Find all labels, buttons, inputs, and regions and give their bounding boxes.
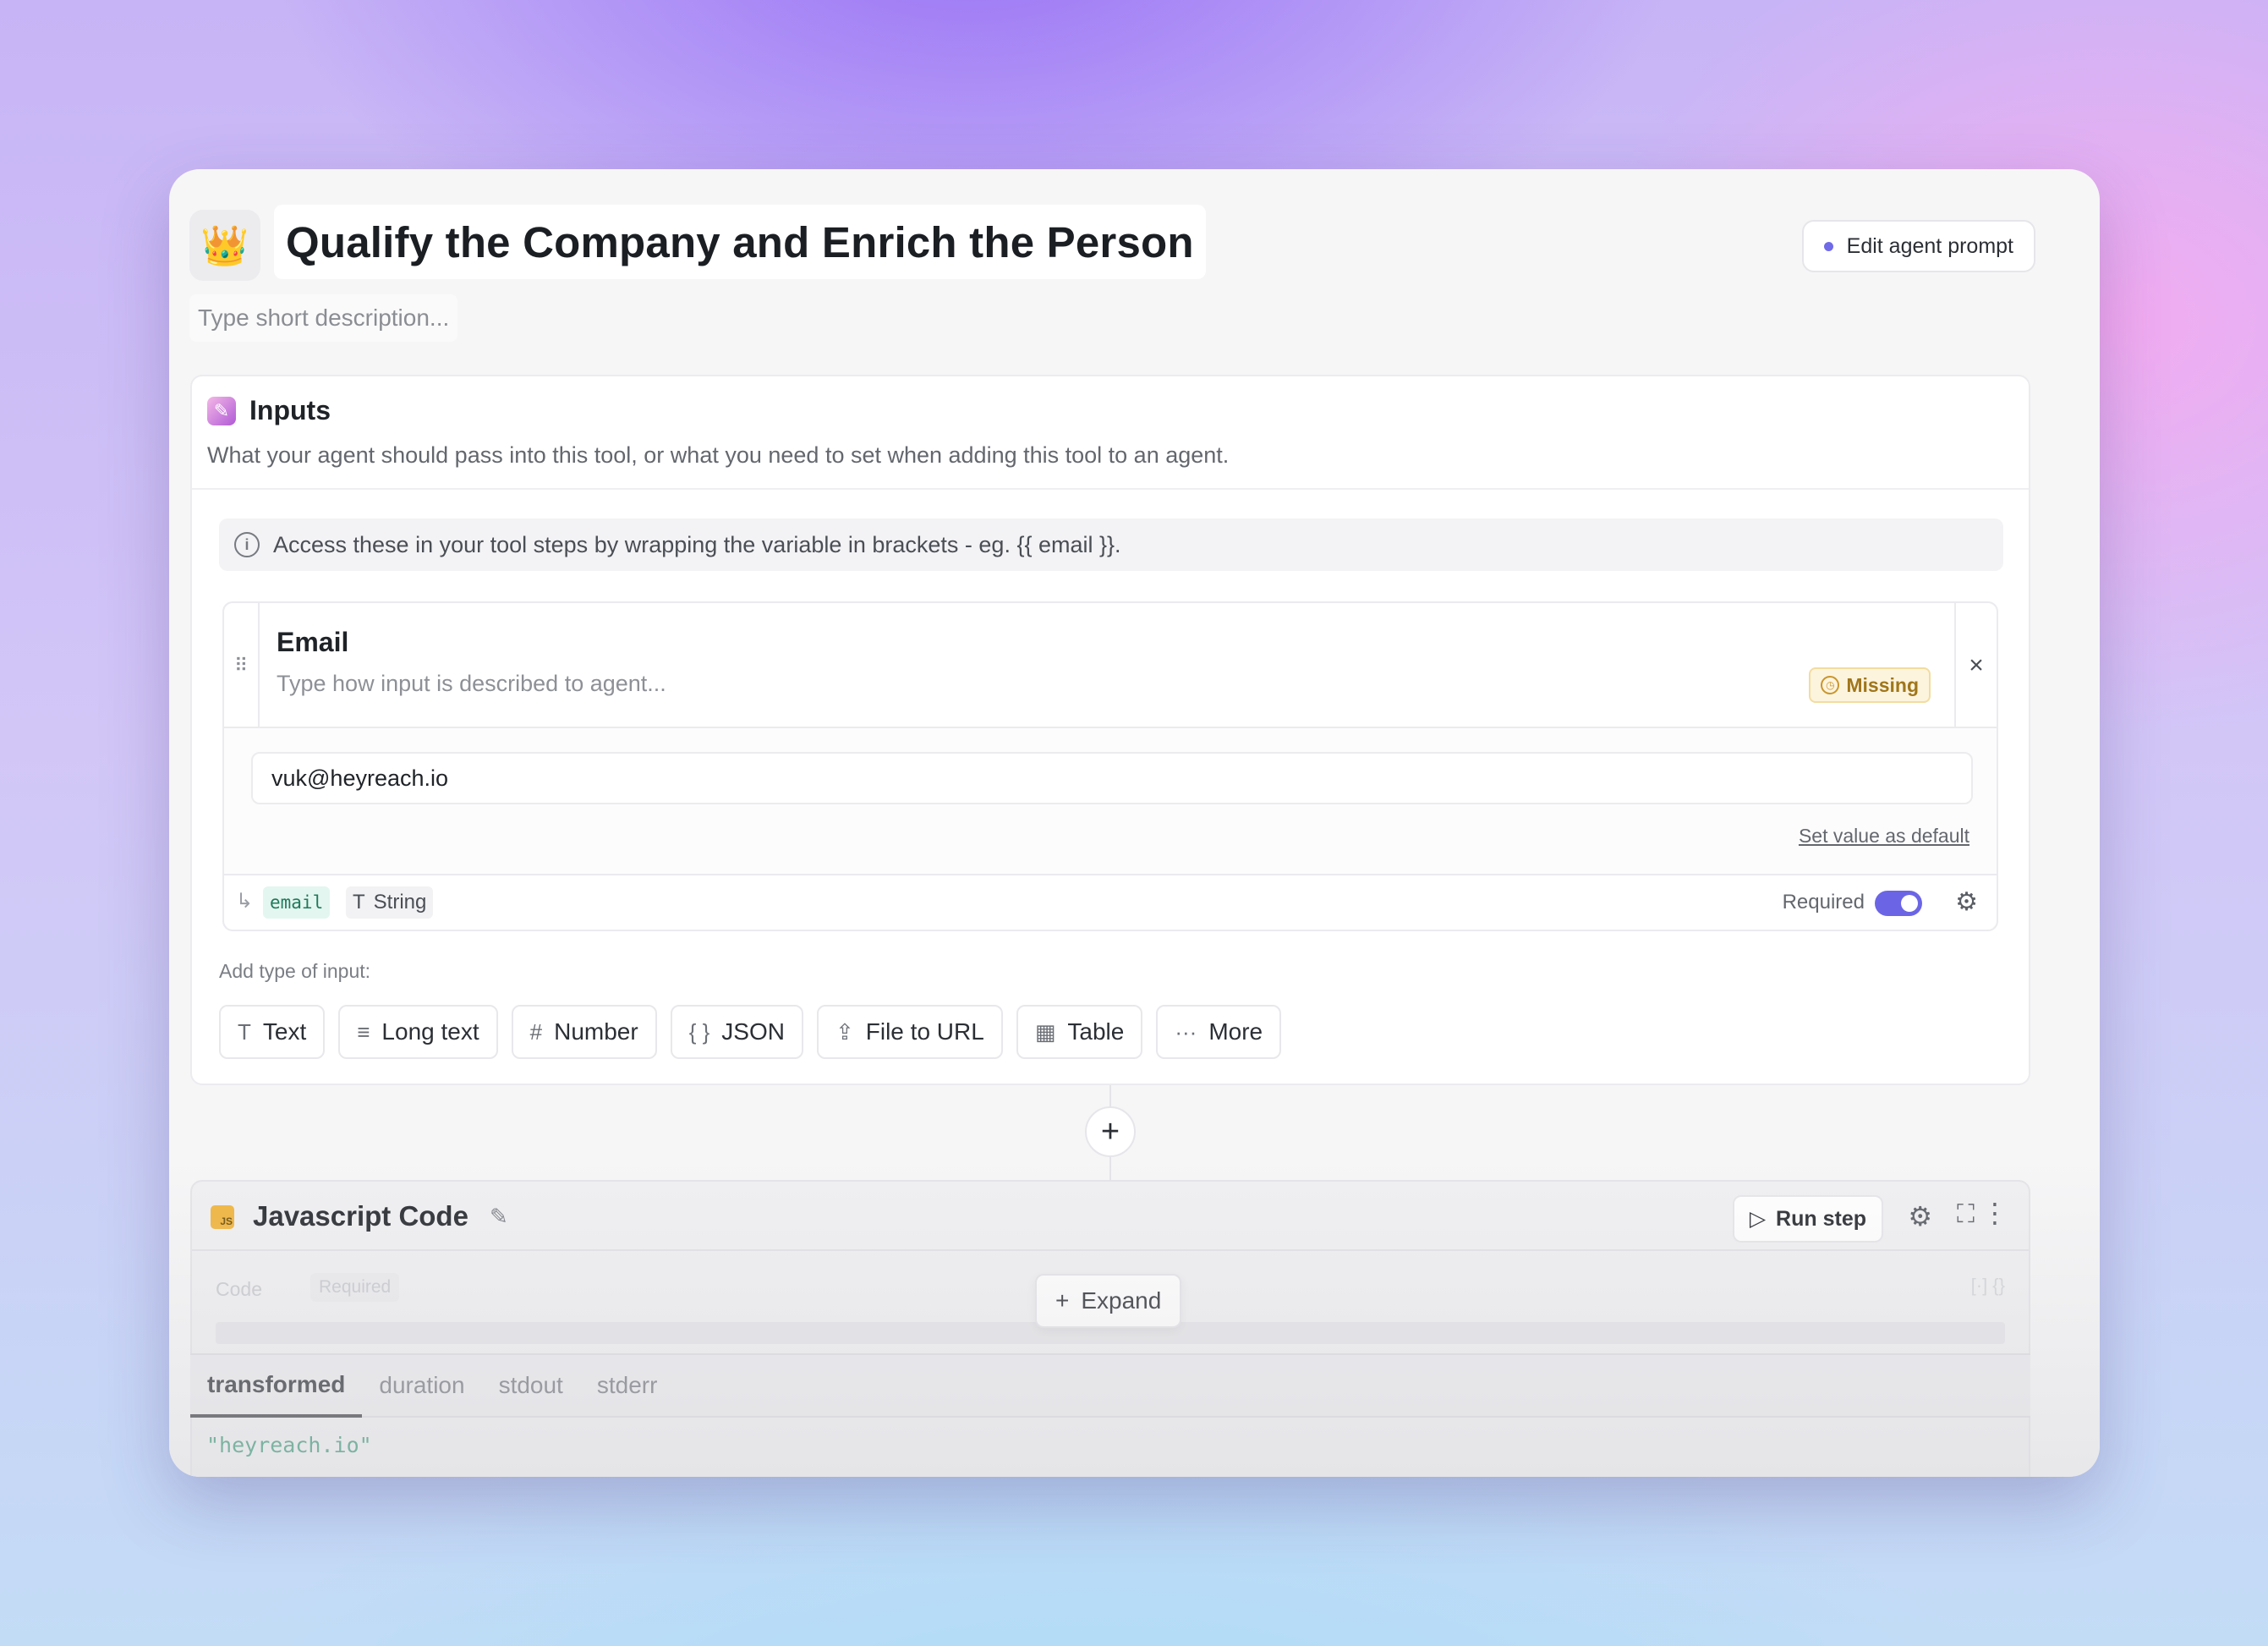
run-step-button[interactable]: ▷ Run step [1732, 1195, 1883, 1243]
type-chip[interactable]: T String [346, 886, 434, 919]
button-label: File to URL [865, 1018, 984, 1045]
input-value-field[interactable]: vuk@heyreach.io [251, 752, 1973, 804]
description-input[interactable]: Type short description... [189, 294, 458, 342]
code-toolbar-icons: [·] {} [1970, 1275, 2005, 1296]
required-badge: Required [310, 1273, 400, 1302]
javascript-step-panel: JS Javascript Code ✎ ▷ Run step ⚙ ⛶ ⋮ Co… [190, 1180, 2030, 1477]
code-label: Code [216, 1278, 262, 1300]
hash-icon: # [529, 1018, 543, 1045]
return-arrow-icon: ↳ [236, 890, 254, 913]
add-json-button[interactable]: { } JSON [670, 1005, 803, 1059]
status-dot-icon [1823, 241, 1833, 251]
add-type-label: Add type of input: [219, 960, 371, 982]
button-label: Table [1067, 1018, 1125, 1045]
input-type-buttons: T Text ≡ Long text # Number { } JSON ⇪ F… [219, 1005, 1282, 1059]
fullscreen-icon[interactable]: ⛶ [1957, 1200, 1975, 1229]
inputs-panel: ✎ Inputs What your agent should pass int… [190, 375, 2030, 1085]
add-step-plus-icon[interactable]: + [1085, 1106, 1136, 1157]
inputs-subtitle: What your agent should pass into this to… [207, 442, 1230, 468]
output-tabs: transformed duration stdout stderr [190, 1353, 2030, 1418]
button-label: Text [262, 1018, 307, 1045]
inputs-title: Inputs [249, 395, 331, 425]
table-icon: ▦ [1034, 1018, 1056, 1045]
set-value-as-default-link[interactable]: Set value as default [1799, 825, 1969, 848]
required-toggle[interactable] [1875, 891, 1922, 916]
more-dots-icon: ··· [1175, 1018, 1197, 1045]
tab-duration[interactable]: duration [362, 1355, 481, 1416]
gear-icon[interactable]: ⚙ [1955, 887, 1978, 917]
missing-label: Missing [1846, 673, 1919, 696]
title-field[interactable]: Qualify the Company and Enrich the Perso… [274, 205, 1206, 279]
add-long-text-button[interactable]: ≡ Long text [338, 1005, 498, 1059]
crown-icon[interactable]: 👑 [189, 210, 260, 281]
button-label: Long text [381, 1018, 479, 1045]
button-label: JSON [721, 1018, 785, 1045]
page-title: Qualify the Company and Enrich the Perso… [286, 217, 1194, 266]
input-field-card: ⠿ Email Type how input is described to a… [222, 601, 1998, 931]
text-icon: T [238, 1018, 251, 1045]
input-name[interactable]: Email [277, 627, 348, 658]
required-label: Required [1782, 891, 1865, 914]
play-icon: ▷ [1749, 1207, 1767, 1231]
info-text: Access these in your tool steps by wrapp… [273, 531, 1121, 557]
missing-status-badge: ◷ Missing [1809, 667, 1931, 703]
edit-agent-prompt-button[interactable]: Edit agent prompt [1801, 220, 2035, 272]
text-type-icon: T [353, 891, 365, 914]
step-title: Javascript Code [253, 1200, 468, 1232]
type-label: String [373, 891, 427, 914]
javascript-icon: JS [211, 1205, 234, 1229]
plus-icon: + [1055, 1287, 1070, 1314]
expand-button[interactable]: + Expand [1035, 1274, 1182, 1328]
info-icon: i [234, 532, 260, 557]
toggle-knob [1901, 895, 1918, 912]
remove-input-close-icon[interactable]: × [1954, 603, 1997, 728]
drag-handle-icon[interactable]: ⠿ [224, 603, 260, 728]
input-field-header: ⠿ Email Type how input is described to a… [224, 603, 1997, 728]
tab-transformed[interactable]: transformed [190, 1355, 363, 1418]
divider [192, 488, 2029, 490]
gear-icon[interactable]: ⚙ [1908, 1200, 1932, 1232]
pencil-icon[interactable]: ✎ [490, 1204, 508, 1230]
add-file-to-url-button[interactable]: ⇪ File to URL [816, 1005, 1003, 1059]
edit-agent-prompt-label: Edit agent prompt [1846, 233, 2013, 258]
inputs-header: ✎ Inputs [207, 395, 331, 426]
lines-icon: ≡ [357, 1018, 370, 1045]
input-field-footer: ↳ email T String Required ⚙ [224, 874, 1997, 930]
button-label: Number [554, 1018, 638, 1045]
braces-icon: { } [688, 1018, 710, 1045]
tool-editor-card: 👑 Qualify the Company and Enrich the Per… [169, 169, 2100, 1477]
add-number-button[interactable]: # Number [511, 1005, 657, 1059]
tab-stderr[interactable]: stderr [580, 1355, 675, 1416]
more-vertical-icon[interactable]: ⋮ [1981, 1197, 2008, 1229]
variable-name-chip: email [263, 886, 331, 919]
input-description-field[interactable]: Type how input is described to agent... [277, 671, 666, 697]
step-header: JS Javascript Code ✎ ▷ Run step ⚙ ⛶ ⋮ [192, 1182, 2029, 1251]
brush-icon: ✎ [207, 396, 236, 425]
clock-icon: ◷ [1821, 676, 1840, 694]
add-text-button[interactable]: T Text [219, 1005, 326, 1059]
upload-icon: ⇪ [835, 1018, 854, 1045]
add-table-button[interactable]: ▦ Table [1016, 1005, 1143, 1059]
button-label: More [1208, 1018, 1263, 1045]
more-types-button[interactable]: ··· More [1156, 1005, 1282, 1059]
output-value: "heyreach.io" [206, 1433, 372, 1457]
expand-label: Expand [1081, 1287, 1162, 1314]
info-banner: i Access these in your tool steps by wra… [219, 518, 2003, 571]
run-step-label: Run step [1776, 1206, 1866, 1231]
tab-stdout[interactable]: stdout [482, 1355, 580, 1416]
